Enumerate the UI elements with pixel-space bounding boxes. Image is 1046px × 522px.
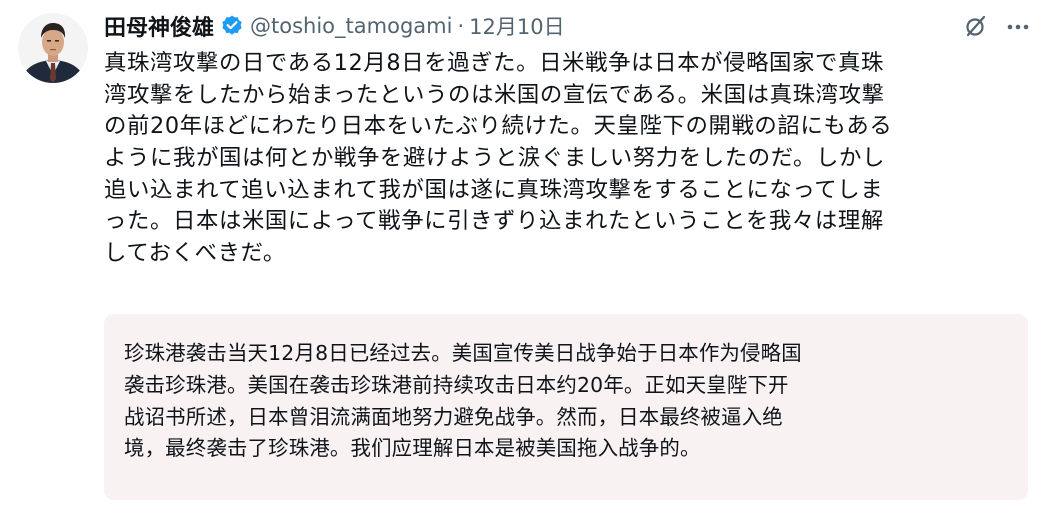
more-icon[interactable] [1004, 12, 1032, 40]
tweet-text-line: ように我が国は何とか戦争を避けようと涙ぐましい努力をしたのだ。しかし [104, 145, 886, 172]
tweet-text-line: 真珠湾攻撃の日である12月8日を過ぎた。日米戦争は日本が侵略国家で真珠 [104, 50, 885, 76]
tweet-text-line: しておくべきだ。 [104, 240, 286, 267]
tweet-date[interactable]: 12月10日 [469, 11, 564, 41]
tweet-header: 田母神俊雄 @toshio_tamogami · 12月10日 [104, 8, 565, 44]
grok-icon[interactable] [962, 12, 990, 40]
translation-text-line: 战诏书所述，日本曾泪流满面地努力避免战争。然而，日本最终被逼入绝 [124, 404, 783, 429]
translation-text-line: 袭击珍珠港。美国在袭击珍珠港前持续攻击日本约20年。正如天皇陛下开 [124, 372, 789, 397]
translation-text-line: 境，最终袭击了珍珠港。我们应理解日本是被美国拖入战争的。 [124, 436, 701, 461]
translation-text-line: 珍珠港袭击当天12月8日已经过去。美国宣传美日战争始于日本作为侵略国 [124, 341, 802, 365]
tweet-text-line: 湾攻撃をしたから始まったというのは米国の宣伝である。米国は真珠湾攻撃 [104, 81, 885, 108]
avatar[interactable] [18, 13, 88, 83]
tweet-text-line: の前20年ほどにわたり日本をいたぶり続けた。天皇陛下の開戦の詔にもある [104, 113, 893, 140]
author-handle[interactable]: @toshio_tamogami [250, 14, 452, 38]
verified-badge-icon [220, 14, 244, 38]
tweet-text: 真珠湾攻撃の日である12月8日を過ぎた。日米戦争は日本が侵略国家で真珠 湾攻撃を… [104, 48, 1004, 270]
translation-text: 珍珠港袭击当天12月8日已经过去。美国宣传美日战争始于日本作为侵略国 袭击珍珠港… [124, 338, 1004, 465]
tweet-text-line: 追い込まれて追い込まれて我が国は遂に真珠湾攻撃をすることになってしま [104, 176, 884, 203]
tweet: 田母神俊雄 @toshio_tamogami · 12月10日 真珠湾攻撃の日で… [0, 0, 1046, 522]
separator-dot: · [457, 14, 465, 38]
avatar-image [18, 13, 88, 83]
display-name[interactable]: 田母神俊雄 [104, 10, 214, 42]
tweet-text-line: った。日本は米国によって戦争に引きずり込まれたということを我々は理解 [104, 208, 884, 235]
header-actions [962, 12, 1032, 40]
